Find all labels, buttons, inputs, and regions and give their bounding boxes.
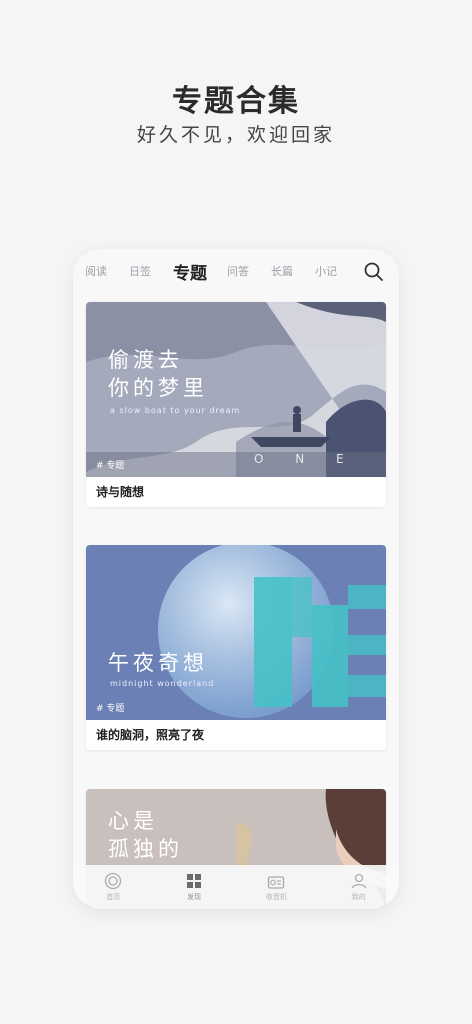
home-icon <box>105 872 122 890</box>
topic-card[interactable]: 午夜奇想 midnight wonderland # 专题 谁的脑洞，照亮了夜 <box>86 545 386 750</box>
tab-topics[interactable]: 专题 <box>173 259 207 284</box>
tab-notes[interactable]: 小记 <box>315 263 337 279</box>
nav-radio[interactable]: 收音机 <box>266 872 287 902</box>
card-title-line: 孤独的 <box>108 837 183 861</box>
card-subtitle: a slow boat to your dream <box>110 406 241 415</box>
nav-label: 收音机 <box>265 893 287 901</box>
tab-qa[interactable]: 问答 <box>227 263 249 279</box>
card-cover-image: 偷渡去 你的梦里 a slow boat to your dream O N E… <box>86 302 386 477</box>
nav-label: 首页 <box>106 893 121 901</box>
topic-tag: # 专题 <box>96 461 125 471</box>
tab-bar: 阅读 日签 专题 问答 长篇 小记 <box>73 249 399 293</box>
tab-daily[interactable]: 日签 <box>129 263 151 279</box>
watermark-text: O N E <box>254 452 358 466</box>
card-title-line: 你的梦里 <box>108 376 208 400</box>
nav-label: 我的 <box>351 893 366 901</box>
card-title-line: 午夜奇想 <box>108 651 208 675</box>
hero-subtitle: 好久不见，欢迎回家 <box>136 124 335 146</box>
card-caption: 诗与随想 <box>96 485 145 499</box>
radio-icon <box>268 876 285 889</box>
nav-discover[interactable]: 发现 <box>185 872 203 902</box>
nav-label: 发现 <box>187 893 202 901</box>
card-caption: 谁的脑洞，照亮了夜 <box>96 728 205 742</box>
bottom-nav: 首页 发现 收音机 我的 <box>73 865 399 909</box>
search-icon[interactable] <box>363 261 385 283</box>
nav-home[interactable]: 首页 <box>104 872 122 902</box>
tab-read[interactable]: 阅读 <box>85 263 107 279</box>
user-icon <box>351 873 366 889</box>
grid-icon <box>187 874 202 888</box>
topic-card[interactable]: 偷渡去 你的梦里 a slow boat to your dream O N E… <box>86 302 386 507</box>
tab-long[interactable]: 长篇 <box>271 263 293 279</box>
card-cover-image: 午夜奇想 midnight wonderland # 专题 <box>86 545 386 720</box>
nav-profile[interactable]: 我的 <box>350 872 368 902</box>
card-title-line: 偷渡去 <box>108 348 183 372</box>
card-title-line: 心是 <box>108 809 158 833</box>
card-subtitle: midnight wonderland <box>110 679 215 688</box>
topic-tag: # 专题 <box>96 704 125 714</box>
phone-mockup: 阅读 日签 专题 问答 长篇 小记 偷渡去 你的梦里 a slow boat t… <box>73 249 399 909</box>
hero-title: 专题合集 <box>172 84 300 119</box>
